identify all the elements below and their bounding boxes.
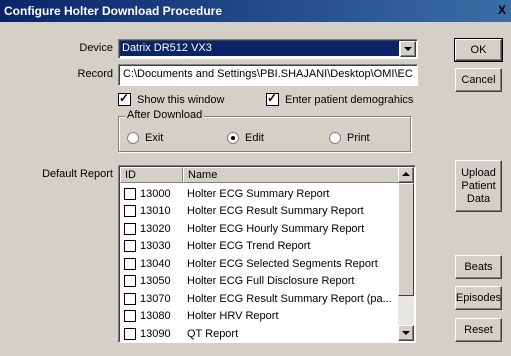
beats-button[interactable]: Beats [455, 255, 502, 279]
scroll-up-button[interactable] [398, 167, 414, 183]
row-id: 13040 [140, 257, 171, 270]
record-field-box [118, 64, 418, 86]
row-id: 13020 [140, 222, 171, 235]
upload-line-2: Patient [461, 179, 496, 192]
row-id-cell: 13080 [120, 310, 183, 323]
table-row[interactable]: 13040 Holter ECG Selected Segments Report [120, 255, 399, 273]
report-list-header: ID Name [120, 167, 399, 183]
report-list-scrollbar[interactable] [398, 167, 414, 341]
reset-button[interactable]: Reset [455, 318, 502, 342]
radio-edit[interactable]: Edit [227, 132, 264, 144]
row-id: 13030 [140, 240, 171, 253]
radio-exit-icon [127, 132, 139, 144]
table-row[interactable]: 13010 Holter ECG Result Summary Report [120, 203, 399, 221]
row-id: 13050 [140, 275, 171, 288]
radio-edit-label: Edit [245, 132, 264, 144]
radio-print-icon [329, 132, 341, 144]
row-id: 13010 [140, 205, 171, 218]
row-name: Holter ECG Selected Segments Report [187, 257, 378, 270]
after-download-legend: After Download [125, 109, 205, 121]
row-checkbox-icon[interactable] [124, 222, 136, 235]
row-id-cell: 13010 [120, 205, 183, 218]
row-checkbox-icon[interactable] [124, 275, 136, 288]
table-row[interactable]: 13090 QT Report [120, 325, 399, 342]
dropdown-button[interactable] [400, 41, 416, 57]
device-dropdown[interactable]: Datrix DR512 VX3 [118, 39, 418, 59]
ok-button[interactable]: OK [454, 38, 503, 62]
row-name: Holter HRV Report [187, 310, 279, 323]
radio-exit[interactable]: Exit [127, 132, 163, 144]
row-id: 13000 [140, 187, 171, 200]
scroll-thumb[interactable] [398, 183, 414, 296]
show-window-label: Show this window [137, 93, 225, 106]
record-input[interactable] [120, 66, 416, 82]
report-list[interactable]: ID Name 13000 Holter ECG Summary Report 13… [118, 165, 416, 343]
row-id: 13070 [140, 292, 171, 305]
row-checkbox-icon[interactable] [124, 187, 136, 200]
enter-demographics-checkbox[interactable]: Enter patient demograhics [266, 91, 414, 106]
table-row[interactable]: 13020 Holter ECG Hourly Summary Report [120, 220, 399, 238]
show-window-check-icon [118, 91, 131, 106]
report-rows: 13000 Holter ECG Summary Report 13010 Holte… [120, 185, 399, 342]
table-row[interactable]: 13080 Holter HRV Report [120, 308, 399, 326]
scroll-down-button[interactable] [398, 325, 414, 341]
row-id-cell: 13000 [120, 187, 183, 200]
row-checkbox-icon[interactable] [124, 310, 136, 323]
row-checkbox-icon[interactable] [124, 292, 136, 305]
row-name: Holter ECG Trend Report [187, 240, 311, 253]
row-name: QT Report [187, 327, 239, 340]
row-checkbox-icon[interactable] [124, 205, 136, 218]
table-row[interactable]: 13000 Holter ECG Summary Report [120, 185, 399, 203]
row-id-cell: 13070 [120, 292, 183, 305]
show-window-checkbox[interactable]: Show this window [118, 91, 225, 106]
row-name: Holter ECG Hourly Summary Report [187, 222, 365, 235]
row-name: Holter ECG Result Summary Report (pa... [187, 292, 392, 305]
default-report-label: Default Report [42, 168, 113, 180]
row-name: Holter ECG Full Disclosure Report [187, 275, 355, 288]
chevron-down-icon [402, 331, 410, 335]
record-label: Record [77, 68, 113, 80]
table-row[interactable]: 13050 Holter ECG Full Disclosure Report [120, 273, 399, 291]
cancel-button[interactable]: Cancel [455, 68, 502, 92]
row-name: Holter ECG Summary Report [187, 187, 330, 200]
table-row[interactable]: 13030 Holter ECG Trend Report [120, 238, 399, 256]
row-checkbox-icon[interactable] [124, 240, 136, 253]
radio-edit-icon [227, 132, 239, 144]
table-row[interactable]: 13070 Holter ECG Result Summary Report (p… [120, 290, 399, 308]
after-download-group: After Download Exit Edit Print [118, 109, 411, 152]
column-header-name[interactable]: Name [183, 167, 399, 183]
row-id: 13080 [140, 310, 171, 323]
upload-patient-data-button[interactable]: Upload Patient Data [455, 160, 502, 212]
enter-demographics-label: Enter patient demograhics [285, 93, 414, 106]
episodes-button[interactable]: Episodes [455, 286, 502, 310]
enter-demographics-check-icon [266, 91, 279, 106]
chevron-down-icon [404, 47, 412, 51]
row-id-cell: 13090 [120, 327, 183, 340]
row-name: Holter ECG Result Summary Report [187, 205, 364, 218]
upload-line-3: Data [466, 192, 491, 205]
radio-print[interactable]: Print [329, 132, 370, 144]
column-header-id[interactable]: ID [120, 167, 183, 183]
title-bar: Configure Holter Download Procedure X [0, 0, 511, 22]
window-title: Configure Holter Download Procedure [4, 4, 223, 18]
row-id: 13090 [140, 327, 171, 340]
row-checkbox-icon[interactable] [124, 257, 136, 270]
row-id-cell: 13050 [120, 275, 183, 288]
close-icon[interactable]: X [495, 3, 509, 17]
radio-exit-label: Exit [145, 132, 164, 144]
device-value: Datrix DR512 VX3 [120, 41, 399, 56]
radio-print-label: Print [347, 132, 370, 144]
row-id-cell: 13030 [120, 240, 183, 253]
device-label: Device [79, 42, 113, 54]
row-id-cell: 13020 [120, 222, 183, 235]
row-id-cell: 13040 [120, 257, 183, 270]
chevron-up-icon [402, 172, 410, 176]
upload-line-1: Upload [461, 166, 496, 179]
row-checkbox-icon[interactable] [124, 327, 136, 340]
